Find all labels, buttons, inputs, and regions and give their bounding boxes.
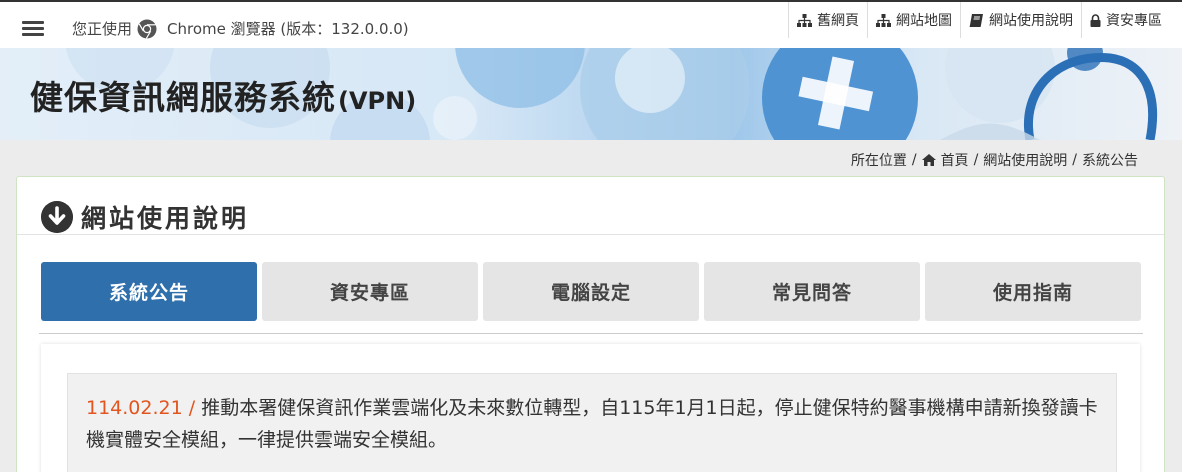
browser-version-text: Chrome 瀏覽器 (版本：132.0.0.0) xyxy=(167,20,409,38)
security-zone-link[interactable]: 資安專區 xyxy=(1081,2,1170,38)
announcement-text: 推動本署健保資訊作業雲端化及未來數位轉型，自115年1月1日起，停止健保特約醫事… xyxy=(86,397,1098,451)
tab-faq[interactable]: 常見問答 xyxy=(704,262,920,321)
breadcrumb-label: 所在位置 xyxy=(850,153,907,169)
chrome-icon xyxy=(137,19,157,39)
announcement-date: 114.02.21 / xyxy=(86,397,196,419)
breadcrumb-separator: / xyxy=(1072,152,1077,168)
tab-user-guide[interactable]: 使用指南 xyxy=(925,262,1141,321)
announcement-item: 114.02.21 / 推動本署健保資訊作業雲端化及未來數位轉型，自115年1月… xyxy=(67,373,1117,472)
site-title-suffix: (VPN) xyxy=(338,87,417,115)
tab-computer-settings[interactable]: 電腦設定 xyxy=(483,262,699,321)
page-title: 網站使用說明 xyxy=(81,204,250,233)
top-links: 舊網頁 網站地圖 網站使用說明 資安專區 xyxy=(788,2,1170,50)
tab-security-zone[interactable]: 資安專區 xyxy=(262,262,478,321)
site-guide-link[interactable]: 網站使用說明 xyxy=(960,2,1081,38)
security-zone-label: 資安專區 xyxy=(1106,13,1162,29)
book-icon xyxy=(969,13,983,27)
browser-prefix: 您正使用 xyxy=(72,20,133,38)
divider xyxy=(39,333,1143,334)
tab-system-announcements[interactable]: 系統公告 xyxy=(41,262,257,321)
sitemap-icon xyxy=(876,13,891,27)
breadcrumb-separator: / xyxy=(911,152,917,168)
tab-bar: 系統公告 資安專區 電腦設定 常見問答 使用指南 xyxy=(41,262,1141,321)
old-site-label: 舊網頁 xyxy=(817,13,859,29)
top-bar: 您正使用 Chrome 瀏覽器 (版本：132.0.0.0) 舊網頁 網站地圖 … xyxy=(0,0,1182,50)
tab-content: 114.02.21 / 推動本署健保資訊作業雲端化及未來數位轉型，自115年1月… xyxy=(41,344,1140,472)
breadcrumb-separator: / xyxy=(973,152,979,168)
browser-info: 您正使用 Chrome 瀏覽器 (版本：132.0.0.0) xyxy=(72,18,409,39)
hamburger-menu-icon[interactable] xyxy=(22,21,44,37)
breadcrumb-current: 系統公告 xyxy=(1082,153,1138,169)
breadcrumb-site-guide[interactable]: 網站使用說明 xyxy=(983,150,1067,170)
site-title[interactable]: 健保資訊網服務系統(VPN) xyxy=(30,71,416,119)
sitemap-label: 網站地圖 xyxy=(896,13,952,29)
site-banner: 健保資訊網服務系統(VPN) xyxy=(0,48,1182,140)
breadcrumb-home-label: 首頁 xyxy=(940,153,969,169)
lock-icon xyxy=(1090,13,1101,27)
sitemap-icon xyxy=(797,13,812,27)
breadcrumb: 所在位置 / 首頁 / 網站使用說明 / 系統公告 xyxy=(851,150,1138,170)
sitemap-link[interactable]: 網站地圖 xyxy=(867,2,960,38)
arrow-down-circle-icon xyxy=(41,201,73,233)
breadcrumb-home[interactable]: 首頁 xyxy=(921,150,969,170)
site-guide-label: 網站使用說明 xyxy=(989,13,1073,29)
panel-header: 網站使用說明 xyxy=(17,177,1164,235)
home-icon xyxy=(921,154,936,166)
site-title-text: 健保資訊網服務系統 xyxy=(30,78,336,117)
content-panel: 網站使用說明 系統公告 資安專區 電腦設定 常見問答 使用指南 114.02.2… xyxy=(16,176,1165,472)
old-site-link[interactable]: 舊網頁 xyxy=(788,2,867,38)
